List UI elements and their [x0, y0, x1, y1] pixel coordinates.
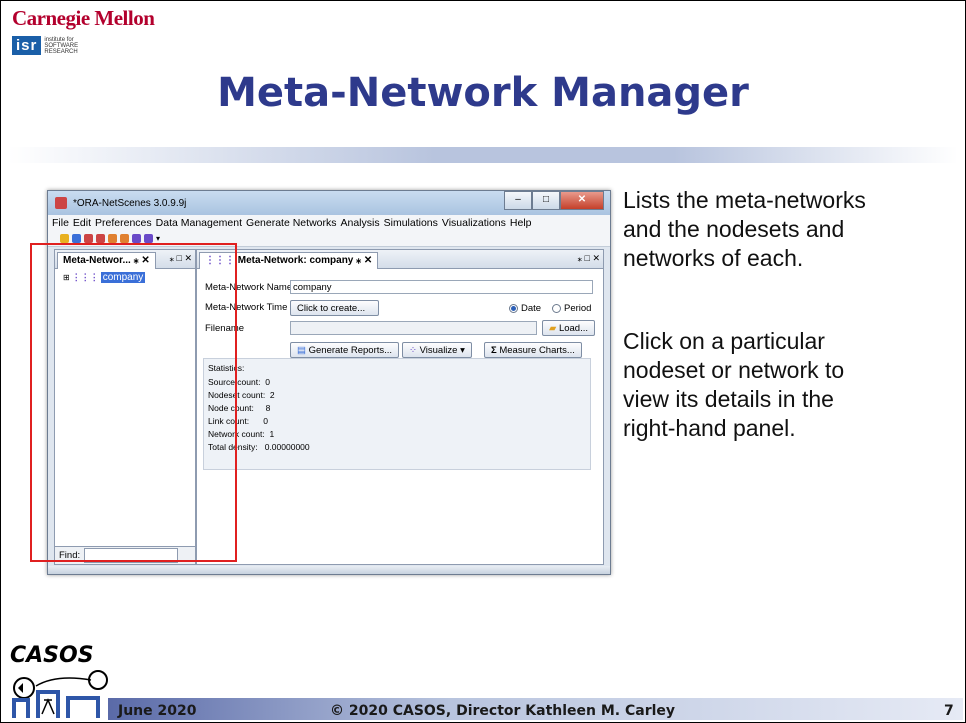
- right-tab-row: ⋮⋮⋮ Meta-Network: company ⁎ ✕ ⁎ □ ✕: [197, 250, 603, 269]
- visualize-alt-icon[interactable]: [144, 234, 153, 243]
- description-paragraph-1: Lists the meta-networks and the nodesets…: [623, 187, 866, 271]
- visualize-button[interactable]: ⁘ Visualize ▾: [402, 342, 472, 358]
- menu-visualizations[interactable]: Visualizations: [442, 217, 506, 229]
- menu-analysis[interactable]: Analysis: [341, 217, 380, 229]
- menu-simulations[interactable]: Simulations: [384, 217, 438, 229]
- maximize-button[interactable]: □: [532, 191, 560, 210]
- visualize-icon[interactable]: [132, 234, 141, 243]
- user-icon[interactable]: [108, 234, 117, 243]
- description-paragraph-2: Click on a particular nodeset or network…: [623, 328, 845, 441]
- page-number: 7: [944, 703, 954, 719]
- window-bottom-strip: [48, 566, 610, 574]
- panel-controls-icon[interactable]: ⁎ □ ✕: [578, 253, 600, 264]
- close-button[interactable]: ✕: [560, 191, 604, 210]
- menu-help[interactable]: Help: [510, 217, 532, 229]
- minimize-button[interactable]: –: [504, 191, 532, 210]
- details-panel: ⋮⋮⋮ Meta-Network: company ⁎ ✕ ⁎ □ ✕ Meta…: [196, 249, 604, 565]
- menu-preferences[interactable]: Preferences: [95, 217, 152, 229]
- time-create-button[interactable]: Click to create...: [290, 300, 379, 316]
- statistics-box: Statistics: Source count: 0 Nodeset coun…: [203, 358, 591, 470]
- svg-text:CASOS: CASOS: [10, 643, 94, 668]
- filename-field[interactable]: [290, 321, 537, 335]
- menu-file[interactable]: File: [52, 217, 69, 229]
- radio-dot-icon: [552, 304, 561, 313]
- user-alt-icon[interactable]: [120, 234, 129, 243]
- isr-logo: isr institute for SOFTWARE RESEARCH: [12, 36, 78, 55]
- name-field[interactable]: company: [290, 280, 593, 294]
- casos-logo: CASOS: [10, 643, 108, 718]
- menu-bar: File Edit Preferences Data Management Ge…: [48, 215, 610, 231]
- isr-text: institute for SOFTWARE RESEARCH: [44, 36, 79, 55]
- window-titlebar: *ORA-NetScenes 3.0.9.9j – □ ✕: [48, 191, 610, 215]
- dropdown-icon[interactable]: ▾: [156, 234, 160, 243]
- radio-dot-icon: [509, 304, 518, 313]
- menu-edit[interactable]: Edit: [73, 217, 91, 229]
- radio-date[interactable]: Date: [509, 303, 541, 314]
- new-icon[interactable]: [60, 234, 69, 243]
- radio-period[interactable]: Period: [552, 303, 591, 314]
- window-controls: – □ ✕: [504, 191, 604, 210]
- footer-date: June 2020: [118, 703, 197, 719]
- menu-data-management[interactable]: Data Management: [156, 217, 242, 229]
- title-divider: [8, 147, 958, 163]
- highlight-box: [30, 243, 237, 562]
- load-button[interactable]: ▰ Load...: [542, 320, 596, 336]
- slide-title: Meta-Network Manager: [217, 70, 749, 116]
- cmu-logo: Carnegie Mellon: [12, 6, 155, 30]
- network-alt-icon[interactable]: [96, 234, 105, 243]
- window-title: *ORA-NetScenes 3.0.9.9j: [73, 197, 187, 209]
- measure-charts-button[interactable]: Σ Measure Charts...: [484, 342, 582, 358]
- isr-badge: isr: [12, 36, 42, 55]
- footer-copyright: © 2020 CASOS, Director Kathleen M. Carle…: [330, 703, 676, 719]
- generate-reports-button[interactable]: ▤ Generate Reports...: [290, 342, 400, 358]
- menu-generate-networks[interactable]: Generate Networks: [246, 217, 336, 229]
- network-icon[interactable]: [84, 234, 93, 243]
- save-icon[interactable]: [72, 234, 81, 243]
- app-icon: [55, 197, 67, 209]
